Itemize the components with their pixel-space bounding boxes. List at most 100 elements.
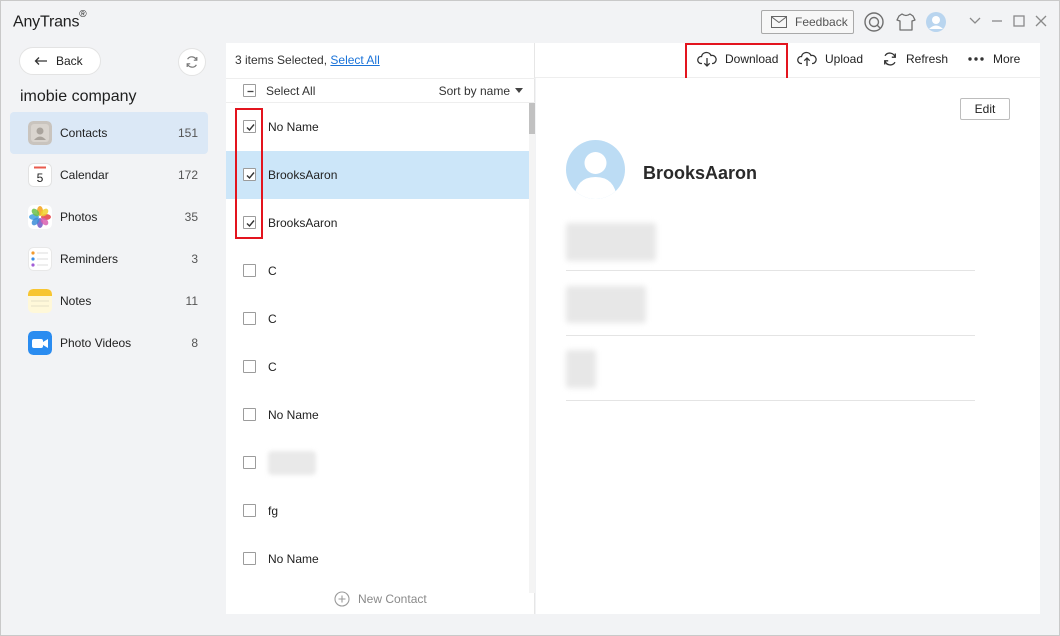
list-item[interactable]: fg bbox=[226, 487, 529, 535]
feedback-button[interactable]: Feedback bbox=[761, 10, 854, 34]
row-checkbox[interactable] bbox=[243, 504, 256, 517]
selection-info: 3 items Selected, Select All bbox=[235, 53, 380, 67]
select-all-checkbox[interactable] bbox=[243, 84, 256, 97]
sidebar-item-photos[interactable]: Photos 35 bbox=[10, 196, 208, 238]
checkbox-highlight-annotation bbox=[235, 108, 263, 239]
partial-minus-icon bbox=[247, 90, 254, 93]
sidebar-item-label: Reminders bbox=[60, 252, 119, 266]
list-scrollbar-track[interactable] bbox=[529, 103, 535, 593]
sidebar-item-label: Photo Videos bbox=[60, 336, 132, 350]
feedback-label: Feedback bbox=[795, 15, 848, 29]
field-divider bbox=[566, 270, 975, 271]
list-item[interactable]: No Name bbox=[226, 103, 529, 151]
contact-name-label: No Name bbox=[268, 552, 319, 566]
arrow-left-icon bbox=[34, 57, 47, 65]
blurred-contact-name bbox=[268, 451, 316, 475]
calendar-day: 5 bbox=[37, 171, 44, 185]
sidebar-item-count: 35 bbox=[184, 210, 198, 224]
list-item[interactable]: C bbox=[226, 247, 529, 295]
row-checkbox[interactable] bbox=[243, 456, 256, 469]
refresh-device-button[interactable] bbox=[178, 48, 206, 76]
download-highlight-annotation bbox=[685, 43, 788, 80]
contacts-icon bbox=[28, 121, 52, 145]
contact-avatar bbox=[566, 140, 625, 199]
sidebar-item-notes[interactable]: Notes 11 bbox=[10, 280, 208, 322]
list-item[interactable]: BrooksAaron bbox=[226, 199, 529, 247]
app-title: AnyTrans® bbox=[13, 9, 87, 31]
list-item[interactable]: BrooksAaron bbox=[226, 151, 529, 199]
sidebar-item-calendar[interactable]: 5 Calendar 172 bbox=[10, 154, 208, 196]
sidebar: Back imobie company Contacts 151 5 Calen… bbox=[1, 41, 221, 631]
refresh-label: Refresh bbox=[906, 52, 949, 66]
sidebar-item-contacts[interactable]: Contacts 151 bbox=[10, 112, 208, 154]
new-contact-button[interactable]: New Contact bbox=[334, 591, 427, 607]
contact-name-label: BrooksAaron bbox=[268, 216, 338, 230]
contact-rows: No Name BrooksAaron BrooksAaron C C C No… bbox=[226, 103, 529, 583]
contact-detail-panel: Edit BrooksAaron bbox=[536, 78, 1040, 614]
contact-list-panel: 3 items Selected, Select All Select All … bbox=[226, 43, 535, 614]
title-bar: AnyTrans® Feedback bbox=[1, 1, 1059, 41]
new-contact-label: New Contact bbox=[358, 592, 427, 606]
contact-name-label: BrooksAaron bbox=[268, 168, 338, 182]
field-divider bbox=[566, 335, 975, 336]
blurred-field-value bbox=[566, 223, 656, 261]
list-item[interactable]: C bbox=[226, 343, 529, 391]
sidebar-item-reminders[interactable]: Reminders 3 bbox=[10, 238, 208, 280]
row-checkbox[interactable] bbox=[243, 552, 256, 565]
maximize-icon[interactable] bbox=[1011, 13, 1027, 29]
sidebar-item-label: Calendar bbox=[60, 168, 109, 182]
sidebar-item-photo-videos[interactable]: Photo Videos 8 bbox=[10, 322, 208, 364]
device-name: imobie company bbox=[20, 88, 137, 105]
sidebar-item-count: 172 bbox=[177, 168, 198, 182]
chevron-down-icon[interactable] bbox=[967, 13, 983, 29]
registered-mark: ® bbox=[79, 9, 87, 20]
sort-dropdown[interactable]: Sort by name bbox=[439, 84, 523, 98]
reminders-icon bbox=[28, 247, 52, 271]
refresh-icon bbox=[884, 52, 896, 66]
contact-name-label: No Name bbox=[268, 120, 319, 134]
field-divider bbox=[566, 400, 975, 401]
row-checkbox[interactable] bbox=[243, 408, 256, 421]
sidebar-item-count: 8 bbox=[191, 336, 198, 350]
support-icon[interactable] bbox=[863, 11, 885, 33]
back-button[interactable]: Back bbox=[19, 47, 101, 75]
contact-name-label: No Name bbox=[268, 408, 319, 422]
skin-shirt-icon[interactable] bbox=[895, 11, 917, 33]
blurred-field-value bbox=[566, 286, 646, 323]
row-checkbox[interactable] bbox=[243, 312, 256, 325]
row-checkbox[interactable] bbox=[243, 360, 256, 373]
list-item[interactable]: No Name bbox=[226, 391, 529, 439]
select-all-label: Select All bbox=[266, 84, 316, 98]
caret-down-icon bbox=[515, 88, 523, 93]
more-button[interactable]: More bbox=[967, 51, 1020, 67]
more-label: More bbox=[993, 52, 1021, 66]
sync-icon bbox=[186, 56, 198, 68]
calendar-icon: 5 bbox=[28, 163, 52, 187]
sidebar-item-label: Contacts bbox=[60, 126, 108, 140]
refresh-button[interactable]: Refresh bbox=[882, 51, 948, 67]
list-item[interactable]: C bbox=[226, 295, 529, 343]
notes-icon bbox=[28, 289, 52, 313]
contact-name-label: C bbox=[268, 264, 277, 278]
list-scrollbar-thumb[interactable] bbox=[529, 103, 535, 134]
photo-videos-icon bbox=[28, 331, 52, 355]
selection-count-text: 3 items Selected, bbox=[235, 53, 328, 67]
edit-button[interactable]: Edit bbox=[960, 98, 1010, 120]
mail-icon bbox=[771, 16, 787, 28]
minimize-icon[interactable] bbox=[989, 13, 1005, 29]
close-icon[interactable] bbox=[1033, 13, 1049, 29]
action-toolbar: Download Upload Refresh More bbox=[535, 43, 1040, 80]
cloud-upload-icon bbox=[797, 51, 817, 66]
sidebar-item-count: 3 bbox=[191, 252, 198, 266]
select-all-link[interactable]: Select All bbox=[330, 53, 379, 67]
account-avatar-icon[interactable] bbox=[925, 11, 947, 33]
list-item[interactable]: No Name bbox=[226, 535, 529, 583]
photos-icon bbox=[28, 205, 52, 229]
list-item[interactable] bbox=[226, 439, 529, 487]
plus-circle-icon bbox=[334, 591, 350, 607]
sidebar-item-label: Notes bbox=[60, 294, 92, 308]
row-checkbox[interactable] bbox=[243, 264, 256, 277]
contact-name-label: C bbox=[268, 312, 277, 326]
app-title-text: AnyTrans bbox=[13, 13, 80, 31]
upload-button[interactable]: Upload bbox=[797, 51, 863, 67]
